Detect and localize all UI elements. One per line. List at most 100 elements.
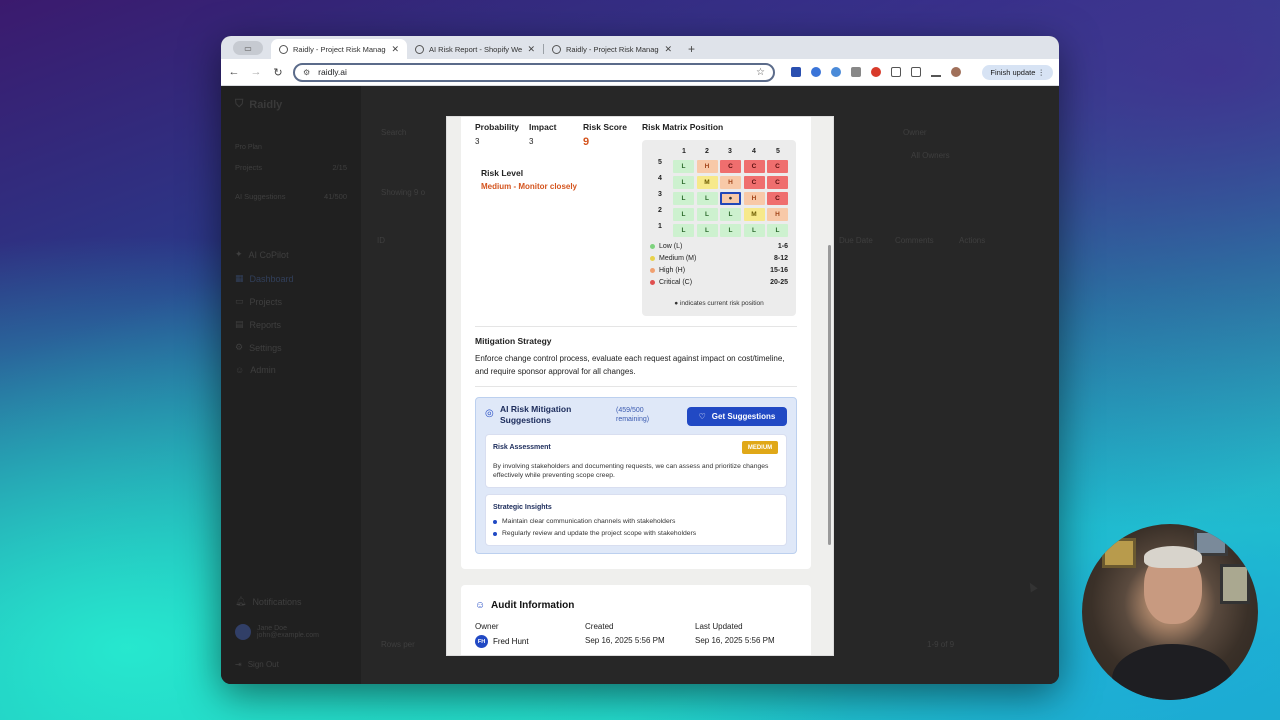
updated-label: Last Updated bbox=[695, 622, 743, 631]
reload-icon[interactable]: ↻ bbox=[271, 66, 285, 79]
matrix-cell: C bbox=[767, 160, 788, 173]
bookmark-star-icon[interactable]: ☆ bbox=[756, 67, 765, 78]
matrix-col-header: 5 bbox=[776, 148, 780, 155]
divider bbox=[475, 386, 797, 387]
created-value: Sep 16, 2025 5:56 PM bbox=[585, 636, 665, 645]
matrix-cell: L bbox=[743, 224, 765, 237]
owner-value: FH Fred Hunt bbox=[475, 635, 529, 648]
matrix-cell: L bbox=[696, 192, 718, 205]
close-icon[interactable]: ✕ bbox=[527, 44, 535, 55]
risk-assessment-card: Risk Assessment MEDIUM By involving stak… bbox=[485, 434, 787, 488]
legend-label: Low (L) bbox=[659, 243, 683, 250]
assessment-badge: MEDIUM bbox=[742, 441, 778, 454]
matrix-cell: C bbox=[767, 176, 788, 189]
extension-red-icon[interactable] bbox=[871, 67, 881, 77]
matrix-col-header: 4 bbox=[752, 148, 756, 155]
finish-update-label: Finish update bbox=[990, 67, 1036, 77]
matrix-cell: M bbox=[696, 176, 718, 189]
browser-window: ▭ Raidly - Project Risk Managem ✕ AI Ris… bbox=[221, 36, 1059, 684]
risk-score-value: 9 bbox=[583, 136, 590, 148]
extension-1password-icon[interactable] bbox=[811, 67, 821, 77]
forward-icon[interactable]: → bbox=[249, 66, 263, 78]
insight-item: Regularly review and update the project … bbox=[493, 530, 696, 537]
extensions-puzzle-icon[interactable] bbox=[891, 67, 901, 77]
matrix-col-header: 1 bbox=[682, 148, 686, 155]
download-icon[interactable] bbox=[931, 67, 941, 77]
matrix-cell: L bbox=[673, 176, 694, 189]
matrix-cell: C bbox=[743, 176, 765, 189]
matrix-col-header: 3 bbox=[728, 148, 732, 155]
matrix-cell: L bbox=[696, 224, 718, 237]
url-text: raidly.ai bbox=[318, 67, 347, 77]
matrix-note: ● indicates current risk position bbox=[674, 300, 764, 307]
matrix-col-header: 2 bbox=[705, 148, 709, 155]
tab-bar: ▭ Raidly - Project Risk Managem ✕ AI Ris… bbox=[221, 36, 1059, 59]
tab-search-icon[interactable] bbox=[911, 67, 921, 77]
matrix-cell: L bbox=[673, 192, 694, 205]
legend-critical: Critical (C) 20-25 bbox=[650, 279, 788, 286]
get-suggestions-button[interactable]: ♡ Get Suggestions bbox=[687, 407, 787, 426]
matrix-row-header: 3 bbox=[658, 191, 662, 198]
tab-ai-risk-report[interactable]: AI Risk Report - Shopify Webs ✕ bbox=[407, 39, 543, 59]
app-area: ⛉ Raidly Pro Plan Projects 2/15 AI Sugge… bbox=[221, 86, 1059, 684]
tab-groups-icon[interactable]: ▭ bbox=[233, 41, 263, 55]
profile-avatar[interactable] bbox=[951, 67, 961, 77]
picture-frame bbox=[1102, 538, 1136, 568]
scrollbar[interactable] bbox=[828, 245, 831, 545]
picture-frame bbox=[1220, 564, 1250, 604]
site-settings-icon[interactable]: ⚙ bbox=[303, 68, 310, 77]
legend-label: Medium (M) bbox=[659, 255, 697, 262]
tab-raidly-1[interactable]: Raidly - Project Risk Managem ✕ bbox=[271, 39, 407, 59]
legend-dot bbox=[650, 268, 655, 273]
get-suggestions-label: Get Suggestions bbox=[711, 412, 776, 421]
insight-text: Maintain clear communication channels wi… bbox=[502, 518, 676, 525]
matrix-cell: C bbox=[767, 192, 788, 205]
matrix-cell: H bbox=[696, 160, 718, 173]
matrix-cell: L bbox=[673, 224, 694, 237]
extension-v-icon[interactable] bbox=[791, 67, 801, 77]
risk-level-label: Risk Level bbox=[481, 168, 524, 178]
mitigation-text: Enforce change control process, evaluate… bbox=[475, 354, 785, 376]
legend-dot bbox=[650, 280, 655, 285]
close-icon[interactable]: ✕ bbox=[391, 44, 399, 55]
legend-low: Low (L) 1-6 bbox=[650, 243, 788, 250]
matrix-cell: C bbox=[720, 160, 741, 173]
globe-icon bbox=[415, 44, 424, 54]
ai-suggestions-panel: ◎ AI Risk Mitigation Suggestions (459/50… bbox=[475, 397, 797, 554]
risk-matrix: 1 2 3 4 5 5 4 3 2 1 L H C C C L M H C C L L ● H C L L L M H… bbox=[642, 140, 796, 316]
matrix-cell: C bbox=[743, 160, 765, 173]
close-icon[interactable]: ✕ bbox=[664, 44, 672, 55]
ai-remaining: (459/500 remaining) bbox=[616, 407, 650, 423]
assessment-text: By involving stakeholders and documentin… bbox=[493, 463, 769, 479]
webcam-overlay bbox=[1082, 524, 1258, 700]
lightbulb-icon: ◎ bbox=[485, 408, 494, 419]
owner-label: Owner bbox=[475, 622, 499, 631]
risk-level-value: Medium - Monitor closely bbox=[481, 182, 578, 191]
ai-title: AI Risk Mitigation Suggestions bbox=[500, 404, 572, 425]
address-bar[interactable]: ⚙ raidly.ai ☆ bbox=[293, 62, 775, 82]
strategic-insights-card: Strategic Insights Maintain clear commun… bbox=[485, 494, 787, 546]
extension-cloud-icon[interactable] bbox=[831, 67, 841, 77]
user-icon: ☺ bbox=[475, 600, 486, 611]
extension-camera-icon[interactable] bbox=[851, 67, 861, 77]
legend-range: 1-6 bbox=[777, 243, 788, 250]
back-icon[interactable]: ← bbox=[227, 66, 241, 78]
divider bbox=[475, 326, 797, 327]
legend-range: 20-25 bbox=[770, 279, 788, 286]
person-hair bbox=[1144, 546, 1202, 568]
browser-toolbar: ← → ↻ ⚙ raidly.ai ☆ Finish update ⋮ bbox=[221, 59, 1059, 86]
matrix-row-header: 5 bbox=[658, 159, 662, 166]
mitigation-label: Mitigation Strategy bbox=[475, 336, 552, 346]
matrix-cell: M bbox=[743, 208, 765, 221]
tab-raidly-2[interactable]: Raidly - Project Risk Managem ✕ bbox=[544, 39, 680, 59]
globe-icon bbox=[552, 44, 561, 54]
matrix-position-label: Risk Matrix Position bbox=[642, 122, 724, 132]
probability-value: 3 bbox=[475, 137, 480, 146]
assessment-label: Risk Assessment bbox=[493, 444, 551, 451]
legend-range: 8-12 bbox=[773, 255, 788, 262]
updated-value: Sep 16, 2025 5:56 PM bbox=[695, 636, 775, 645]
finish-update-button[interactable]: Finish update ⋮ bbox=[982, 64, 1053, 80]
bullet bbox=[493, 531, 497, 536]
new-tab-icon[interactable]: + bbox=[688, 42, 695, 56]
legend-dot bbox=[650, 256, 655, 261]
